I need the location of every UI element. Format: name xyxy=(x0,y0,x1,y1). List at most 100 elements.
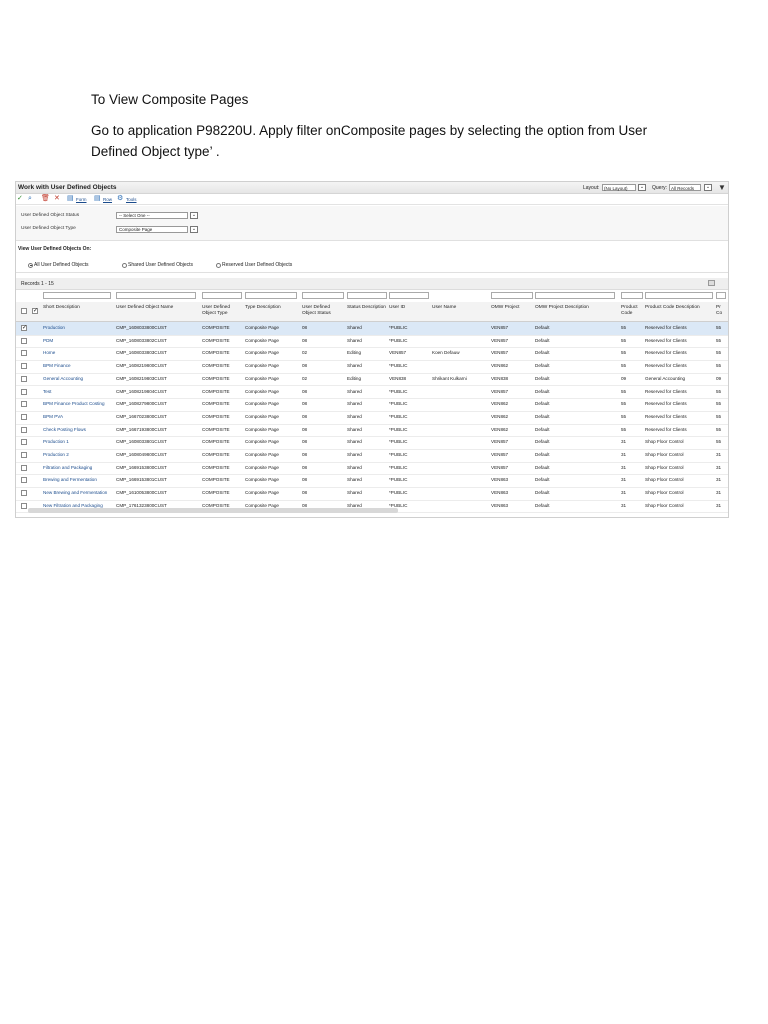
table-row[interactable]: Brewing and Fermentation CMP_1669153801CU… xyxy=(16,474,728,489)
table-cell: CMP_1669153800CUST xyxy=(116,464,167,470)
table-cell: 08 xyxy=(302,325,308,330)
qbe-filter-field[interactable] xyxy=(621,292,643,299)
column-header[interactable]: Product Code xyxy=(621,305,642,316)
column-header[interactable]: OMW Project xyxy=(491,305,532,311)
row-checkbox[interactable]: ✓ xyxy=(21,325,27,331)
qbe-filter-field[interactable] xyxy=(245,292,297,299)
row-checkbox[interactable] xyxy=(21,413,27,420)
grid-settings-icon[interactable] xyxy=(708,280,715,286)
qbe-filter-field[interactable] xyxy=(347,292,387,299)
column-header[interactable]: User Defined Object Name xyxy=(116,305,199,311)
select-all-checkbox[interactable] xyxy=(21,308,27,314)
row-link[interactable]: Home xyxy=(43,350,114,355)
query-select[interactable]: All Records xyxy=(669,184,701,191)
row-link[interactable]: Brewing and Fermentation xyxy=(43,477,114,482)
column-header[interactable]: User Name xyxy=(432,305,488,311)
column-header[interactable]: OMW Project Description xyxy=(535,305,618,311)
radio-unselected-icon[interactable] xyxy=(216,262,221,268)
column-header[interactable]: User Defined Object Status xyxy=(302,305,344,316)
ok-check-icon[interactable]: ✓ xyxy=(17,195,23,203)
row-checkbox[interactable] xyxy=(21,490,27,497)
qbe-filter-field[interactable] xyxy=(389,292,429,299)
table-row[interactable]: New Brewing and Fermentation CMP_16100538… xyxy=(16,487,728,501)
qbe-filter-field[interactable] xyxy=(645,292,713,299)
type-filter-dropdown-icon[interactable]: ⌄ xyxy=(190,226,198,233)
table-row[interactable]: BPM Finance Product Costing CMP_160827980… xyxy=(16,398,728,412)
form-menu-icon[interactable]: ▤ xyxy=(67,195,74,203)
row-checkbox[interactable] xyxy=(21,426,27,433)
tools-menu[interactable]: Tools xyxy=(126,197,137,202)
row-checkbox[interactable] xyxy=(21,363,27,370)
row-checkbox[interactable] xyxy=(21,439,27,446)
filter-icon[interactable]: ▼ xyxy=(718,183,726,192)
tools-menu-icon[interactable]: ⚙ xyxy=(117,195,123,203)
column-header[interactable]: User Defined Object Type xyxy=(202,305,242,316)
table-row[interactable]: General Accounting CMP_1608219803CUST COMP… xyxy=(16,373,728,387)
close-icon[interactable]: ✕ xyxy=(54,195,60,203)
delete-icon[interactable]: 🗑 xyxy=(41,195,50,203)
row-link[interactable]: New Brewing and Fermentation xyxy=(43,490,114,495)
row-checkbox[interactable] xyxy=(21,401,27,408)
column-header[interactable]: User ID xyxy=(389,305,429,311)
form-menu[interactable]: Form xyxy=(76,197,87,202)
table-row[interactable]: Production 1 CMP_1608033801CUST COMPOSITE C… xyxy=(16,436,728,450)
row-link[interactable]: BPM Finance xyxy=(43,363,114,368)
table-row[interactable]: PDM CMP_1608033802CUST COMPOSITE Composite … xyxy=(16,335,728,349)
qbe-filter-field[interactable] xyxy=(491,292,533,299)
qbe-filter-field[interactable] xyxy=(302,292,344,299)
table-row[interactable]: BPM PVA CMP_1667023800CUST COMPOSITE Compos… xyxy=(16,411,728,425)
column-header[interactable]: Status Description xyxy=(347,305,386,311)
row-link[interactable]: Check Posting Flows xyxy=(43,427,114,432)
row-checkbox[interactable] xyxy=(21,464,27,471)
radio-all[interactable]: All User Defined Objects xyxy=(28,262,88,268)
table-row[interactable]: ✓ Production CMP_1608033800CUST COMPOSITE Co… xyxy=(16,322,728,336)
table-row[interactable]: Filtration and Packaging CMP_1669153800CU… xyxy=(16,462,728,476)
table-row[interactable]: Home CMP_1608033803CUST COMPOSITE Composite… xyxy=(16,347,728,362)
row-checkbox[interactable] xyxy=(21,350,27,357)
row-link[interactable]: PDM xyxy=(43,338,114,343)
radio-selected-icon[interactable] xyxy=(28,262,33,268)
radio-reserved[interactable]: Reserved User Defined Objects xyxy=(216,262,292,268)
row-link[interactable]: Production xyxy=(43,325,114,330)
row-menu[interactable]: Row xyxy=(103,197,112,202)
column-header[interactable]: Pr Co xyxy=(716,305,728,316)
radio-reserved-label: Reserved User Defined Objects xyxy=(222,262,293,268)
horizontal-scrollbar[interactable] xyxy=(28,508,398,513)
table-row[interactable]: BPM Finance CMP_1608219800CUST COMPOSITE Co… xyxy=(16,360,728,374)
row-link[interactable]: Production 2 xyxy=(43,452,114,457)
qbe-filter-field[interactable] xyxy=(716,292,726,299)
column-header[interactable]: Short Description xyxy=(43,305,113,311)
layout-dropdown-icon[interactable]: ⌄ xyxy=(638,184,646,191)
row-link[interactable]: BPM PVA xyxy=(43,414,114,419)
layout-select[interactable]: (No Layout) xyxy=(602,184,636,191)
row-menu-icon[interactable]: ▤ xyxy=(94,195,101,203)
row-checkbox[interactable] xyxy=(21,388,27,395)
qbe-filter-field[interactable] xyxy=(202,292,242,299)
qbe-filter-field[interactable] xyxy=(43,292,111,299)
row-checkbox[interactable] xyxy=(21,477,27,484)
status-filter-select[interactable]: -- Select One -- xyxy=(116,212,188,219)
type-filter-select[interactable]: Composite Page xyxy=(116,226,188,233)
table-row[interactable]: Production 2 CMP_1608049800CUST COMPOSITE C… xyxy=(16,449,728,463)
row-checkbox[interactable] xyxy=(21,452,27,458)
row-checkbox[interactable] xyxy=(21,502,27,509)
row-checkbox[interactable] xyxy=(21,337,27,344)
row-link[interactable]: Test xyxy=(43,389,114,394)
column-header[interactable]: Product Code Description xyxy=(645,305,713,311)
radio-shared[interactable]: Shared User Defined Objects xyxy=(122,262,193,268)
qbe-filter-field[interactable] xyxy=(535,292,615,299)
row-action-checkbox[interactable]: ✓ xyxy=(32,308,38,314)
query-dropdown-icon[interactable]: ⌄ xyxy=(704,184,712,191)
radio-unselected-icon[interactable] xyxy=(122,262,127,268)
column-header[interactable]: Type Description xyxy=(245,305,299,311)
row-link[interactable]: Filtration and Packaging xyxy=(43,465,114,470)
table-row[interactable]: Check Posting Flows CMP_1667193800CUST COM… xyxy=(16,424,728,438)
row-link[interactable]: General Accounting xyxy=(43,376,114,381)
row-link[interactable]: BPM Finance Product Costing xyxy=(43,401,114,406)
row-link[interactable]: Production 1 xyxy=(43,439,114,444)
search-icon[interactable]: ⌕ xyxy=(28,195,32,203)
table-row[interactable]: Test CMP_1608219804CUST COMPOSITE Composite… xyxy=(16,386,728,400)
row-checkbox[interactable] xyxy=(21,375,27,382)
qbe-filter-field[interactable] xyxy=(116,292,196,299)
status-filter-dropdown-icon[interactable]: ⌄ xyxy=(190,212,198,219)
